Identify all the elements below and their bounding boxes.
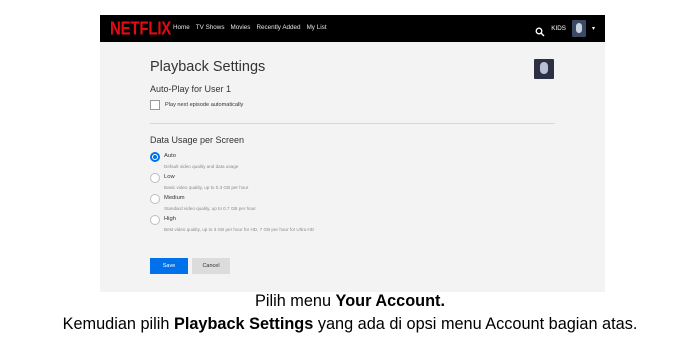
- page-title: Playback Settings: [150, 59, 266, 75]
- autoplay-checkbox-label[interactable]: Play next episode automatically: [165, 102, 243, 108]
- profile-avatar[interactable]: [571, 20, 586, 37]
- caption-line-2: Kemudian pilih Playback Settings yang ad…: [0, 315, 700, 334]
- autoplay-checkbox[interactable]: [150, 100, 160, 110]
- nav-right: KIDS ▾: [535, 20, 595, 37]
- profile-picture: [534, 59, 554, 79]
- caption-line-1-bold: Your Account.: [335, 292, 445, 310]
- netflix-logo[interactable]: NETFLIX: [110, 18, 171, 39]
- top-navbar: NETFLIX Home TV Shows Movies Recently Ad…: [100, 15, 605, 42]
- option-label-auto[interactable]: Auto: [164, 153, 176, 159]
- nav-links: Home TV Shows Movies Recently Added My L…: [173, 24, 327, 31]
- radio-high[interactable]: [150, 215, 160, 225]
- caption-line-1: Pilih menu Your Account.: [0, 292, 700, 311]
- caption-line-2-prefix: Kemudian pilih: [62, 315, 174, 333]
- option-desc-medium: Standard video quality, up to 0.7 GB per…: [164, 206, 256, 211]
- radio-auto[interactable]: [150, 152, 160, 162]
- option-label-medium[interactable]: Medium: [164, 195, 185, 201]
- caption-line-2-bold: Playback Settings: [173, 315, 314, 333]
- option-label-high[interactable]: High: [164, 216, 176, 222]
- option-desc-high: Best video quality, up to 3 GB per hour …: [164, 227, 315, 232]
- search-icon[interactable]: [535, 24, 545, 36]
- option-desc-auto: Default video quality and data usage: [164, 164, 239, 169]
- screenshot-frame: NETFLIX Home TV Shows Movies Recently Ad…: [100, 15, 605, 292]
- nav-recently-added[interactable]: Recently Added: [256, 24, 300, 31]
- caption-line-1-prefix: Pilih menu: [255, 292, 336, 310]
- kids-link[interactable]: KIDS: [551, 25, 566, 32]
- nav-home[interactable]: Home: [173, 24, 190, 31]
- cancel-button[interactable]: Cancel: [192, 258, 230, 274]
- nav-my-list[interactable]: My List: [307, 24, 327, 31]
- radio-low[interactable]: [150, 173, 160, 183]
- nav-movies[interactable]: Movies: [231, 24, 251, 31]
- option-label-low[interactable]: Low: [164, 174, 175, 180]
- autoplay-section-title: Auto-Play for User 1: [150, 84, 232, 94]
- caption-line-2-suffix: yang ada di opsi menu Account bagian ata…: [313, 315, 638, 333]
- option-desc-low: Basic video quality, up to 0.3 GB per ho…: [164, 185, 249, 190]
- chevron-down-icon[interactable]: ▾: [592, 25, 595, 32]
- nav-tv-shows[interactable]: TV Shows: [196, 24, 225, 31]
- divider: [150, 123, 555, 124]
- radio-medium[interactable]: [150, 194, 160, 204]
- data-usage-section-title: Data Usage per Screen: [150, 135, 245, 145]
- save-button[interactable]: Save: [150, 258, 188, 274]
